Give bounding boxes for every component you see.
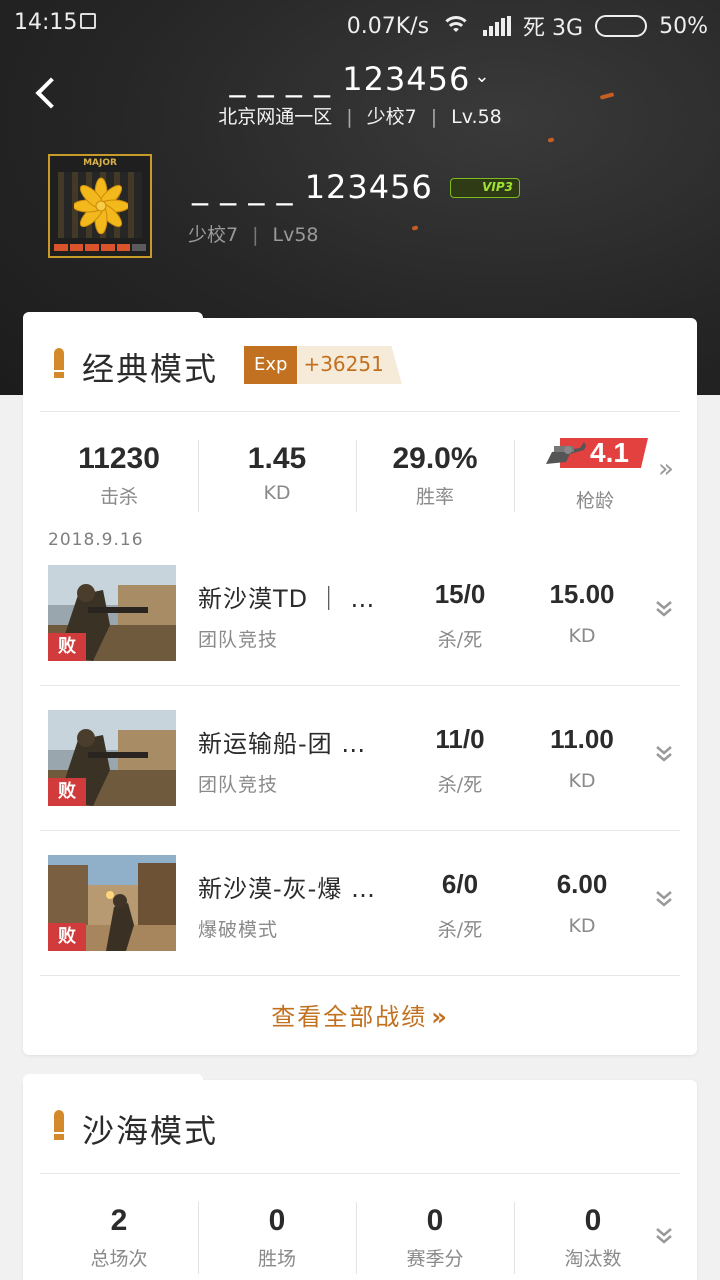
match-map-thumbnail: 败	[48, 855, 176, 951]
rank-badge: MAJOR	[48, 154, 152, 258]
stat-value: 0	[426, 1204, 444, 1237]
gun-age-badge: 4.1	[540, 432, 650, 472]
match-map-thumbnail: 败	[48, 710, 176, 806]
stat-value: 0	[584, 1204, 602, 1237]
stat-value: 2	[110, 1204, 128, 1237]
status-time: 14:15	[14, 10, 78, 35]
match-kd-ratio: 6.00	[556, 869, 608, 899]
lose-badge: 败	[48, 633, 86, 661]
server-name: 北京网通一区	[218, 106, 333, 128]
chevron-down-icon[interactable]	[652, 1224, 676, 1248]
stat-win-rate: 29.0% 胜率	[356, 412, 514, 542]
gun-age-label: 枪龄	[575, 490, 614, 512]
match-kills-deaths: 15/0	[434, 579, 486, 609]
stat-kd: 1.45 KD	[198, 412, 356, 542]
match-kd-ratio: 15.00	[549, 579, 615, 609]
status-bar: 14:15 0.07K/s 死 3G 50%	[0, 0, 720, 48]
exp-value: +36251	[297, 346, 402, 384]
classic-stats[interactable]: 11230 击杀 1.45 KD 29.0% 胜率 4.1 枪龄 »	[40, 412, 680, 542]
stat-label: 总场次	[90, 1248, 148, 1270]
chevron-down-icon[interactable]	[652, 742, 676, 766]
exp-tag: Exp +36251	[244, 346, 402, 384]
network-speed: 0.07K/s	[346, 13, 430, 39]
rank-badge-label: MAJOR	[83, 158, 117, 168]
account-switcher[interactable]: _ _ _ _ 123456 ⌄	[0, 60, 720, 98]
stat-label: 胜率	[415, 486, 454, 508]
view-all-records-link[interactable]: 查看全部战绩»	[0, 997, 720, 1032]
header-rank: 少校7	[366, 106, 417, 128]
lose-badge: 败	[48, 778, 86, 806]
double-chevron-right-icon: »	[431, 1003, 449, 1031]
match-mode: 爆破模式	[198, 919, 279, 941]
match-kills-deaths: 6/0	[441, 869, 479, 899]
sand-mode-title: 沙海模式	[82, 1112, 219, 1150]
stat-season-score: 0 赛季分	[356, 1174, 514, 1280]
match-mode: 团队竞技	[198, 629, 279, 651]
match-mode: 团队竞技	[198, 774, 279, 796]
sand-mode-card: 沙海模式 2 总场次 0 胜场 0 赛季分 0 淘汰数	[23, 1074, 697, 1280]
stat-eliminations: 0 淘汰数	[514, 1174, 672, 1280]
match-kills-deaths-label: 杀/死	[437, 919, 483, 941]
match-kills-deaths: 11/0	[435, 724, 485, 754]
stat-value: 29.0%	[392, 442, 478, 475]
header-level: Lv.58	[451, 106, 502, 128]
profile-rank: 少校7	[188, 224, 239, 246]
bullet-icon	[54, 1110, 64, 1140]
lose-badge: 败	[48, 923, 86, 951]
chevron-down-icon[interactable]	[652, 887, 676, 911]
stat-kills: 11230 击杀	[40, 412, 198, 542]
stat-label: 胜场	[257, 1248, 296, 1270]
profile-level: Lv58	[272, 224, 319, 246]
match-row[interactable]: 败 新沙漠-灰-爆 … 爆破模式 6/0 杀/死 6.00 KD	[40, 831, 680, 976]
chevron-down-icon[interactable]	[652, 597, 676, 621]
vip-badge: VIP3	[450, 178, 520, 198]
carrier-label: 死 3G	[523, 16, 584, 41]
sand-stats[interactable]: 2 总场次 0 胜场 0 赛季分 0 淘汰数	[40, 1174, 680, 1280]
classic-mode-title: 经典模式	[82, 350, 219, 388]
stats-more-arrow-icon[interactable]: »	[658, 454, 674, 484]
rank-progress-bar	[54, 244, 147, 251]
notification-icon	[80, 13, 96, 29]
stat-value: 11230	[78, 442, 160, 475]
match-map-thumbnail: 败	[48, 565, 176, 661]
match-kd-ratio-label: KD	[568, 625, 596, 647]
match-kills-deaths-label: 杀/死	[437, 629, 483, 651]
match-map-name: 新沙漠TD ｜ …	[198, 585, 376, 613]
ember-decoration	[411, 225, 419, 231]
match-map-name: 新运输船-团 …	[198, 730, 367, 758]
stat-value: 0	[268, 1204, 286, 1237]
signal-icon	[483, 16, 512, 36]
ember-decoration	[547, 137, 555, 143]
match-kd-ratio-label: KD	[568, 915, 596, 937]
bullet-icon	[54, 348, 64, 378]
rank-flower-icon	[74, 177, 128, 234]
exp-label: Exp	[244, 346, 298, 384]
stat-value: 1.45	[247, 442, 307, 475]
match-kd-ratio: 11.00	[550, 724, 614, 754]
stat-label: 击杀	[99, 486, 138, 508]
battery-icon	[595, 15, 648, 37]
stat-wins: 0 胜场	[198, 1174, 356, 1280]
match-kills-deaths-label: 杀/死	[437, 774, 483, 796]
revolver-icon	[546, 442, 586, 464]
account-name: _ _ _ _ 123456	[229, 60, 471, 98]
wifi-icon	[441, 16, 472, 36]
match-row[interactable]: 败 新运输船-团 … 团队竞技 11/0 杀/死 11.00 KD	[40, 686, 680, 831]
profile-name: _ _ _ _ 123456	[192, 168, 433, 206]
chevron-down-icon: ⌄	[474, 66, 491, 87]
stat-label: 赛季分	[406, 1248, 464, 1270]
match-kd-ratio-label: KD	[568, 770, 596, 792]
sand-mode-header: 沙海模式	[40, 1080, 680, 1174]
stat-total-matches: 2 总场次	[40, 1174, 198, 1280]
stat-label: KD	[263, 482, 291, 504]
stat-label: 淘汰数	[564, 1248, 622, 1270]
profile-subtitle: 少校7 | Lv58	[188, 224, 319, 246]
view-all-label: 查看全部战绩	[271, 1003, 428, 1031]
classic-mode-header: 经典模式 Exp +36251	[40, 318, 680, 412]
match-map-name: 新沙漠-灰-爆 …	[198, 875, 376, 903]
match-row[interactable]: 败 新沙漠TD ｜ … 团队竞技 15/0 杀/死 15.00 KD	[40, 541, 680, 686]
header-subtitle: 北京网通一区 | 少校7 | Lv.58	[218, 106, 502, 128]
battery-percent: 50%	[659, 13, 708, 39]
